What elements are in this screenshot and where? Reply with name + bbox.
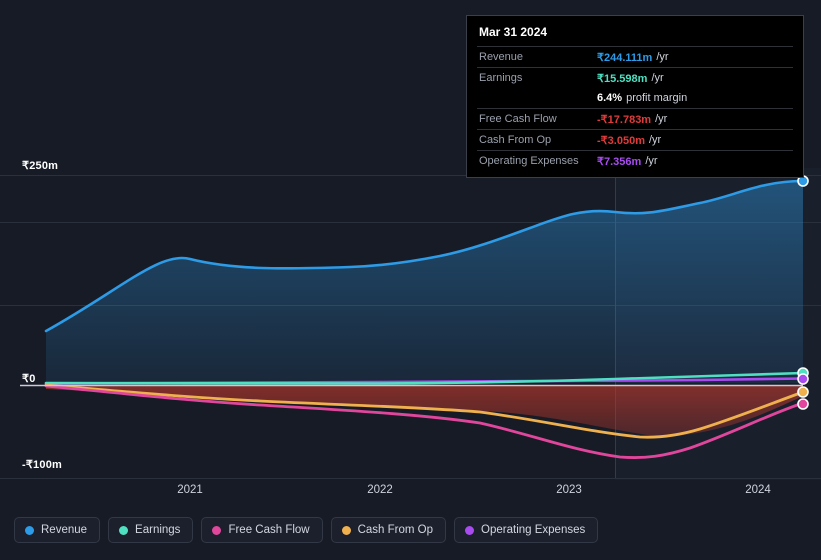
tooltip-value-profit-margin: 6.4% [597,92,623,104]
tooltip-suffix-free-cash-flow: /yr [655,113,668,125]
x-tick-label-2022: 2022 [367,484,393,496]
tooltip-label-revenue: Revenue [479,51,524,63]
legend-item-free-cash-flow[interactable]: Free Cash Flow [201,517,323,543]
tooltip-row-free-cash-flow: Free Cash Flow -₹17.783m /yr [477,108,793,129]
tooltip-value-operating-expenses: ₹7.356m [597,155,642,168]
free-cash-flow-endpoint-marker[interactable] [797,398,809,410]
legend-dot-earnings-icon [119,525,129,535]
tooltip-label-cash-from-op: Cash From Op [479,134,552,146]
tooltip-suffix-cash-from-op: /yr [648,134,662,146]
tooltip-value-revenue: ₹244.111m [597,51,653,64]
tooltip-value-cash-from-op: -₹3.050m [597,134,645,147]
tooltip-suffix-revenue: /yr [656,51,669,63]
y-tick-label-250m: ₹250m [22,160,59,172]
x-tick-label-2023: 2023 [556,484,582,496]
legend-label-operating-expenses: Operating Expenses [481,524,586,536]
chart-legend: Revenue Earnings Free Cash Flow Cash Fro… [14,517,599,543]
legend-label-cash-from-op: Cash From Op [357,524,434,536]
x-tick-label-2024: 2024 [745,484,771,496]
legend-item-earnings[interactable]: Earnings [108,517,194,543]
y-tick-label-neg100m: -₹100m [22,459,62,471]
legend-item-operating-expenses[interactable]: Operating Expenses [454,517,599,543]
tooltip-suffix-profit-margin: profit margin [626,92,688,104]
tooltip-label-operating-expenses: Operating Expenses [479,155,579,167]
tooltip-row-operating-expenses: Operating Expenses ₹7.356m /yr [477,150,793,171]
tooltip-date-title: Mar 31 2024 [479,25,548,39]
tooltip-suffix-earnings: /yr [651,72,664,84]
tooltip-value-free-cash-flow: -₹17.783m [597,113,652,126]
legend-item-cash-from-op[interactable]: Cash From Op [330,517,447,543]
legend-label-earnings: Earnings [135,524,181,536]
tooltip-value-earnings: ₹15.598m [597,72,648,85]
legend-label-revenue: Revenue [41,524,88,536]
tooltip-label-earnings: Earnings [479,72,523,84]
x-tick-label-2021: 2021 [177,484,203,496]
cash-from-op-endpoint-marker[interactable] [797,386,809,398]
tooltip-label-free-cash-flow: Free Cash Flow [479,113,557,125]
tooltip-row-earnings: Earnings ₹15.598m /yr [477,67,793,88]
chart-tooltip: Mar 31 2024 Revenue ₹244.111m /yr Earnin… [466,15,804,178]
legend-label-free-cash-flow: Free Cash Flow [228,524,310,536]
tooltip-row-profit-margin: 6.4% profit margin [477,88,793,108]
legend-dot-cash-from-op-icon [341,525,351,535]
y-tick-label-0: ₹0 [22,373,36,385]
legend-dot-revenue-icon [25,525,34,535]
legend-dot-free-cash-flow-icon [212,525,222,535]
tooltip-suffix-operating-expenses: /yr [645,155,658,167]
tooltip-row-cash-from-op: Cash From Op -₹3.050m /yr [477,129,793,150]
operating-expenses-endpoint-marker[interactable] [797,373,809,385]
legend-item-revenue[interactable]: Revenue [14,517,101,543]
legend-dot-operating-expenses-icon [465,525,475,535]
tooltip-row-revenue: Revenue ₹244.111m /yr [477,46,793,67]
financial-chart: ₹250m ₹0 -₹100m 2021 2022 2023 2024 Mar … [0,0,821,560]
